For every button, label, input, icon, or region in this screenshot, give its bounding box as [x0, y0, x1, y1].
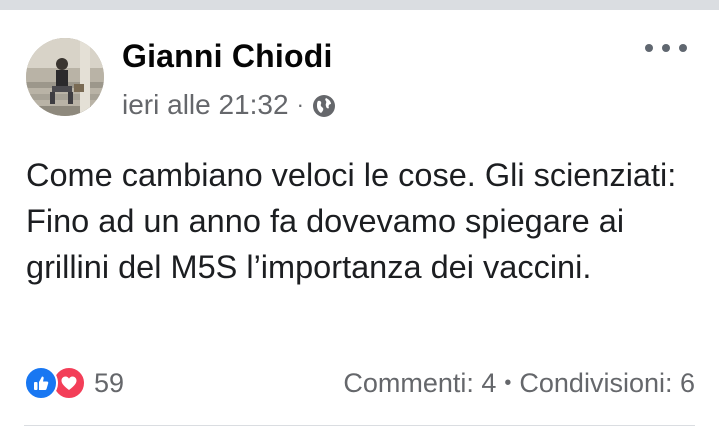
reaction-count: 59	[94, 367, 125, 398]
author-name[interactable]: Gianni Chiodi	[122, 38, 333, 75]
more-dot	[645, 44, 653, 52]
more-dot	[662, 44, 670, 52]
post-text: Come cambiano veloci le cose. Gli scienz…	[26, 157, 677, 285]
avatar[interactable]	[26, 38, 104, 116]
more-dot	[679, 44, 687, 52]
like-icon	[24, 366, 58, 400]
comments-count-link[interactable]: Commenti: 4	[343, 368, 496, 399]
post-timestamp[interactable]: ieri alle 21:32	[122, 89, 289, 121]
reactions-summary[interactable]: 59	[24, 366, 125, 400]
top-separator-strip	[0, 0, 719, 10]
divider	[24, 425, 695, 426]
stats-separator: •	[504, 371, 512, 394]
shares-count-link[interactable]: Condivisioni: 6	[519, 368, 695, 399]
globe-icon	[312, 93, 336, 117]
more-options-icon[interactable]	[645, 38, 687, 58]
post-meta: ieri alle 21:32 ·	[122, 89, 336, 121]
engagement-stats: Commenti: 4 • Condivisioni: 6	[343, 367, 695, 399]
meta-separator: ·	[296, 92, 304, 117]
avatar-photo	[26, 38, 104, 116]
